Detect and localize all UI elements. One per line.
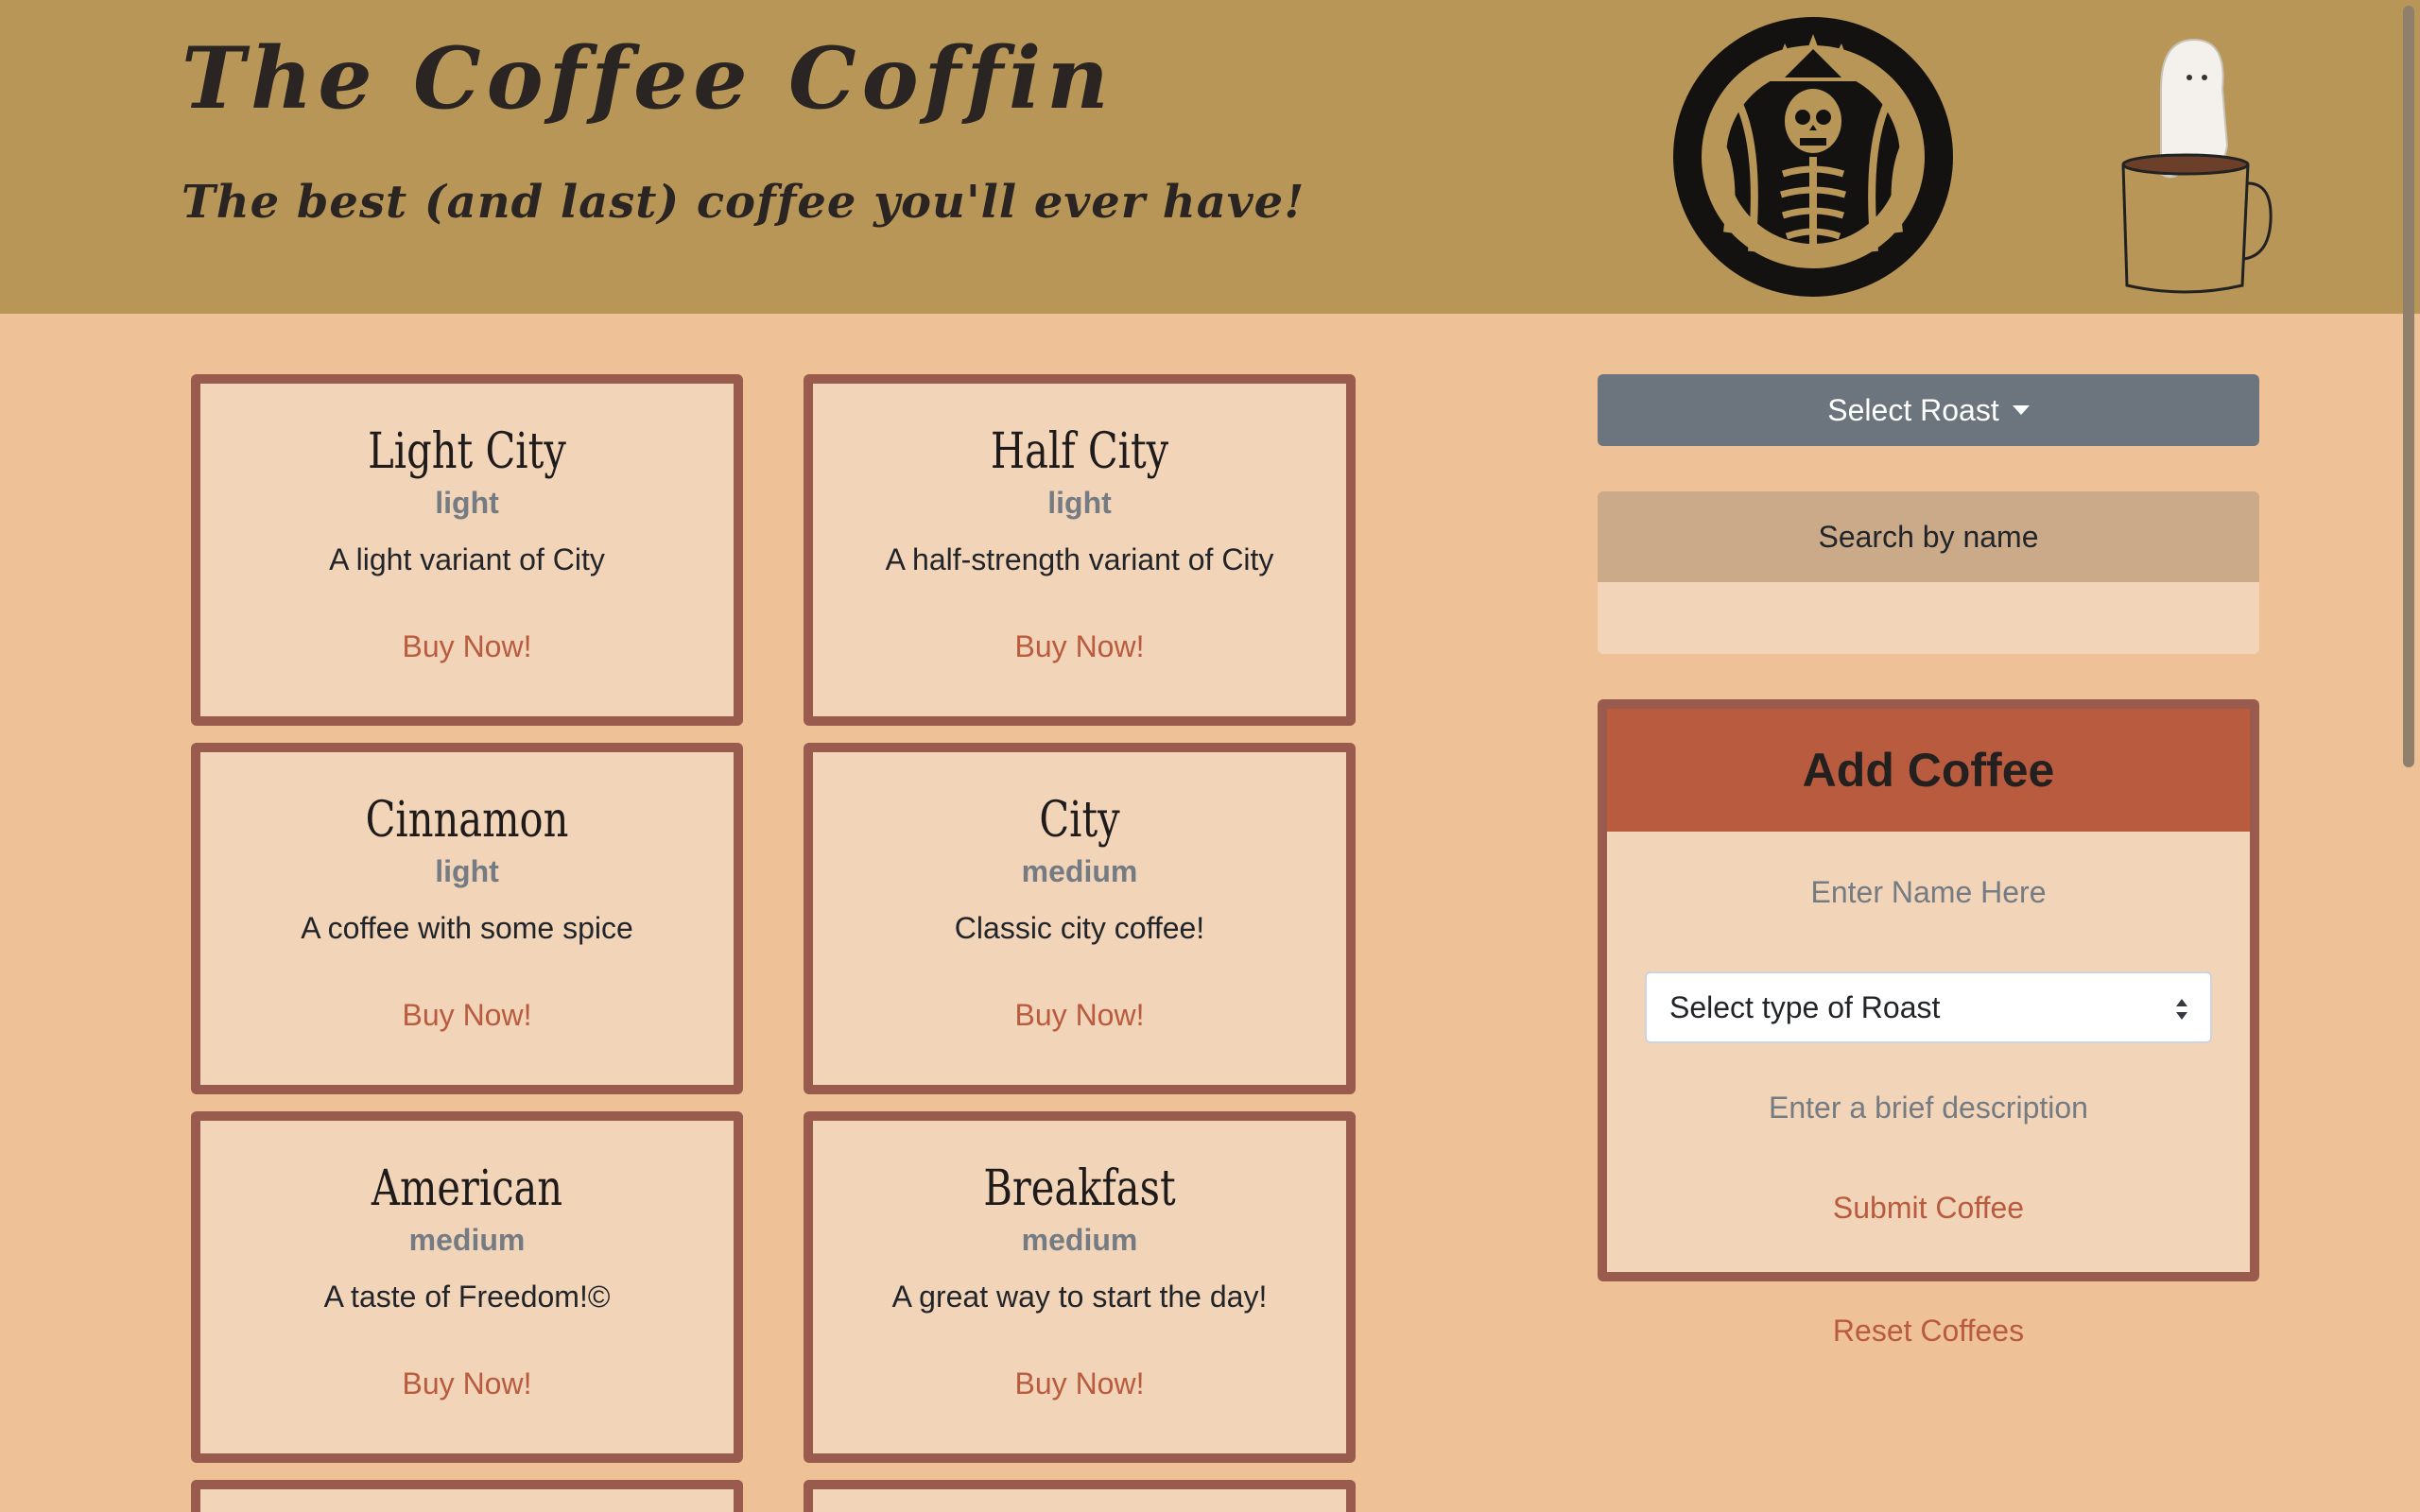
coffee-card: Half City light A half-strength variant … — [804, 374, 1356, 726]
search-label: Search by name — [1598, 491, 2259, 582]
coffee-roast: medium — [408, 1223, 526, 1257]
ghost-coffee-mug-icon — [2121, 38, 2273, 294]
roast-type-select-label: Select type of Roast — [1669, 989, 1941, 1024]
coffee-name: American — [371, 1160, 563, 1217]
coffee-card-partial — [804, 1480, 1356, 1512]
buy-now-link[interactable]: Buy Now! — [200, 1366, 734, 1401]
coffee-description-input[interactable]: Enter a brief description — [1607, 1091, 2250, 1125]
reset-coffees-button[interactable]: Reset Coffees — [1598, 1314, 2259, 1349]
site-title: The Coffee Coffin — [182, 28, 1115, 129]
scrollbar-thumb[interactable] — [2403, 6, 2414, 767]
search-input[interactable] — [1598, 582, 2259, 654]
coffee-description: A coffee with some spice — [301, 911, 633, 945]
coffee-card-partial — [191, 1480, 743, 1512]
site-header: The Coffee Coffin The best (and last) co… — [0, 0, 2420, 314]
coffee-roast: medium — [1021, 1223, 1138, 1257]
coffee-name: Half City — [990, 423, 1169, 480]
buy-now-link[interactable]: Buy Now! — [200, 998, 734, 1033]
add-coffee-panel: Add Coffee Enter Name Here Select type o… — [1598, 699, 2259, 1281]
coffee-name-input[interactable]: Enter Name Here — [1607, 875, 2250, 910]
coffee-description: A great way to start the day! — [891, 1280, 1268, 1314]
select-roast-dropdown[interactable]: Select Roast — [1598, 374, 2259, 446]
coffee-card: American medium A taste of Freedom!© Buy… — [191, 1111, 743, 1463]
select-roast-label: Select Roast — [1827, 392, 1999, 427]
site-tagline: The best (and last) coffee you'll ever h… — [182, 176, 1305, 229]
coffee-name: Light City — [368, 423, 566, 480]
skeleton-siren-logo — [1673, 17, 1953, 297]
coffee-name: City — [1039, 792, 1120, 849]
coffee-description: A half-strength variant of City — [885, 542, 1274, 576]
submit-coffee-button[interactable]: Submit Coffee — [1607, 1191, 2250, 1226]
coffee-name: Cinnamon — [365, 792, 569, 849]
coffee-roast: medium — [1021, 854, 1138, 888]
updown-arrows-icon — [2176, 999, 2187, 1020]
coffee-description: A taste of Freedom!© — [323, 1280, 611, 1314]
roast-type-select[interactable]: Select type of Roast — [1645, 971, 2212, 1043]
coffee-card: Light City light A light variant of City… — [191, 374, 743, 726]
coffee-roast: light — [1047, 486, 1112, 520]
coffee-name: Breakfast — [983, 1160, 1176, 1217]
caret-down-icon — [2012, 405, 2030, 415]
buy-now-link[interactable]: Buy Now! — [813, 629, 1346, 664]
coffee-card: Cinnamon light A coffee with some spice … — [191, 743, 743, 1094]
coffee-card: City medium Classic city coffee! Buy Now… — [804, 743, 1356, 1094]
coffee-description: Classic city coffee! — [954, 911, 1205, 945]
page-scrollbar[interactable] — [2399, 0, 2420, 1512]
add-coffee-title: Add Coffee — [1607, 709, 2250, 832]
coffee-roast: light — [435, 854, 499, 888]
buy-now-link[interactable]: Buy Now! — [813, 998, 1346, 1033]
buy-now-link[interactable]: Buy Now! — [200, 629, 734, 664]
coffee-roast: light — [435, 486, 499, 520]
coffee-card: Breakfast medium A great way to start th… — [804, 1111, 1356, 1463]
coffee-description: A light variant of City — [329, 542, 605, 576]
buy-now-link[interactable]: Buy Now! — [813, 1366, 1346, 1401]
